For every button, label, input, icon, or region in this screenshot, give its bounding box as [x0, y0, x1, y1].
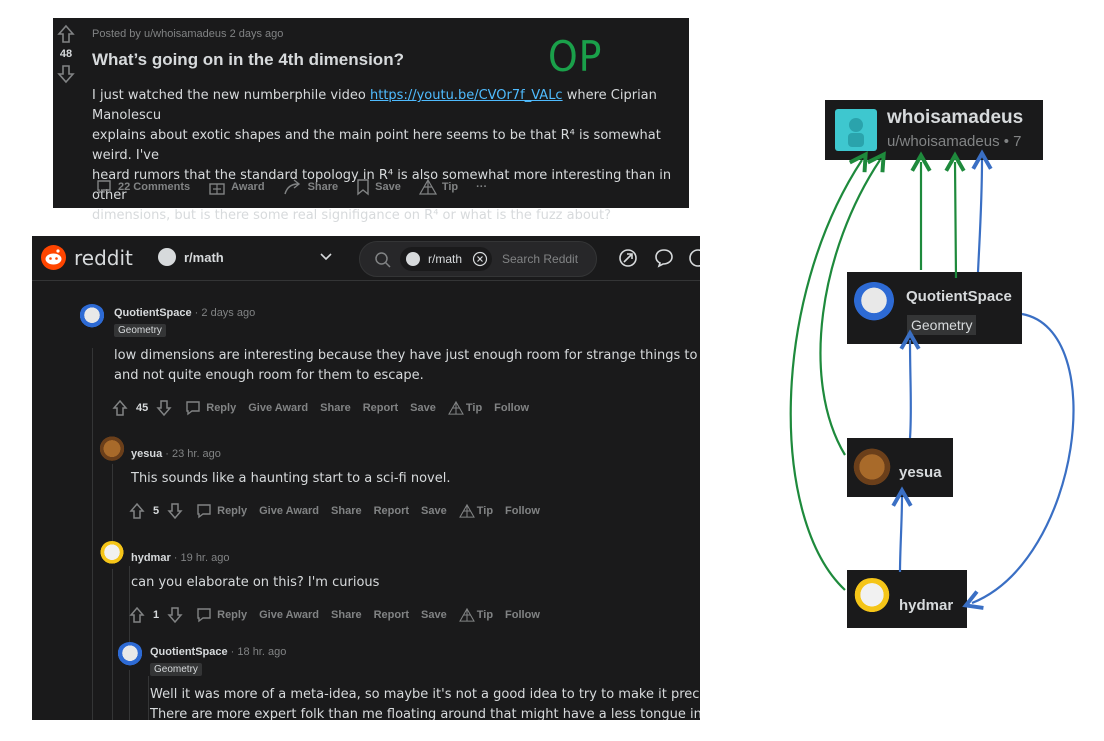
arrow-blue — [971, 149, 993, 273]
arrow-green — [819, 151, 886, 456]
arrow-blue — [891, 486, 913, 573]
arrow-green — [789, 151, 868, 591]
arrow-green — [944, 151, 966, 279]
arrow-blue — [899, 329, 921, 439]
reply-arrows — [789, 149, 1075, 610]
arrow-blue — [962, 312, 1075, 610]
